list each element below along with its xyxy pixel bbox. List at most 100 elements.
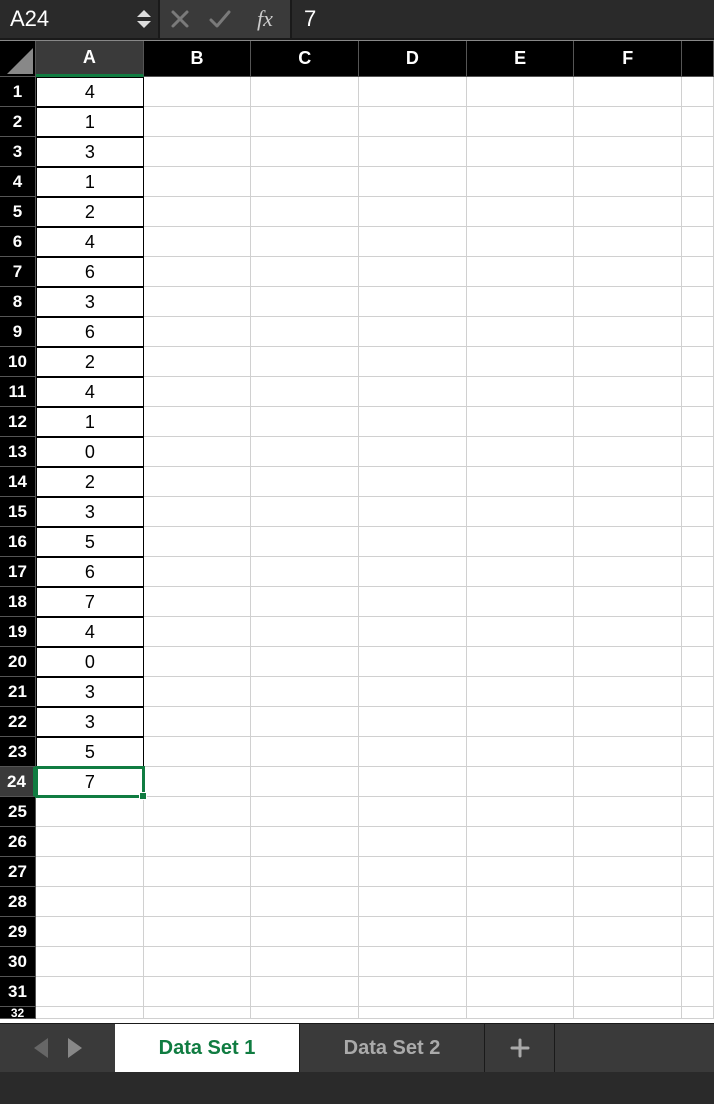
row-header[interactable]: 1 [0,77,36,107]
cell[interactable] [574,257,682,287]
cell[interactable] [467,167,575,197]
cell[interactable] [251,797,359,827]
cell[interactable] [467,797,575,827]
cell[interactable] [574,647,682,677]
accept-button[interactable] [200,0,240,38]
cell[interactable] [574,317,682,347]
cell[interactable] [359,617,467,647]
cell[interactable] [251,347,359,377]
cell[interactable] [144,197,252,227]
cell[interactable] [251,77,359,107]
cell[interactable] [144,317,252,347]
cell[interactable] [467,1007,575,1019]
cell[interactable]: 1 [36,107,144,137]
row-header[interactable]: 15 [0,497,36,527]
row-header[interactable]: 32 [0,1007,36,1019]
cell[interactable] [359,77,467,107]
cell[interactable]: 3 [36,677,144,707]
cell[interactable] [251,857,359,887]
row-header[interactable]: 19 [0,617,36,647]
cell[interactable] [36,797,144,827]
cell[interactable] [359,257,467,287]
sheet-tab-1[interactable]: Data Set 1 [115,1024,300,1072]
cell[interactable] [251,407,359,437]
cell[interactable] [467,377,575,407]
cell[interactable] [574,557,682,587]
cell[interactable] [144,887,252,917]
cell[interactable] [359,227,467,257]
cell[interactable] [36,827,144,857]
cell[interactable]: 5 [36,737,144,767]
cell[interactable] [144,167,252,197]
cell[interactable] [682,227,714,257]
cell[interactable] [467,437,575,467]
cell[interactable] [144,737,252,767]
cell[interactable] [467,917,575,947]
cell[interactable] [682,647,714,677]
cell[interactable] [574,887,682,917]
column-header[interactable]: B [144,41,252,77]
cell[interactable]: 3 [36,287,144,317]
row-header[interactable]: 13 [0,437,36,467]
cell[interactable] [144,77,252,107]
cell[interactable] [251,287,359,317]
cell[interactable] [467,257,575,287]
column-header[interactable]: A [36,41,144,77]
cell[interactable]: 2 [36,467,144,497]
cell[interactable] [682,707,714,737]
cell[interactable] [574,677,682,707]
sheet-tab-2[interactable]: Data Set 2 [300,1024,485,1072]
row-header[interactable]: 2 [0,107,36,137]
column-header[interactable] [682,41,714,77]
cell[interactable] [682,677,714,707]
cell[interactable] [359,467,467,497]
cell[interactable] [682,347,714,377]
cell[interactable] [574,407,682,437]
row-header[interactable]: 11 [0,377,36,407]
cell[interactable] [574,587,682,617]
cell[interactable] [359,587,467,617]
cell[interactable] [682,827,714,857]
cell[interactable] [359,647,467,677]
cell[interactable] [467,497,575,527]
cell[interactable] [359,947,467,977]
cell[interactable] [682,557,714,587]
cell[interactable] [682,257,714,287]
cell[interactable] [467,347,575,377]
row-header[interactable]: 24 [0,767,36,797]
cell[interactable] [144,917,252,947]
prev-sheet-icon[interactable] [34,1038,48,1058]
row-header[interactable]: 18 [0,587,36,617]
cell[interactable] [251,647,359,677]
row-header[interactable]: 12 [0,407,36,437]
row-header[interactable]: 31 [0,977,36,1007]
cell[interactable] [467,767,575,797]
cell[interactable] [251,527,359,557]
stepper-down-icon[interactable] [137,21,151,28]
cell[interactable] [144,707,252,737]
cell[interactable] [574,437,682,467]
cell[interactable] [251,887,359,917]
cell[interactable] [682,617,714,647]
row-header[interactable]: 22 [0,707,36,737]
fill-handle[interactable] [139,792,147,800]
cell[interactable]: 4 [36,77,144,107]
cell[interactable] [574,107,682,137]
cell[interactable]: 0 [36,647,144,677]
cell[interactable] [144,677,252,707]
cell[interactable] [682,1007,714,1019]
cell[interactable] [251,107,359,137]
cell[interactable] [467,107,575,137]
cell[interactable]: 2 [36,347,144,377]
cell[interactable] [36,857,144,887]
row-header[interactable]: 30 [0,947,36,977]
cell[interactable] [251,377,359,407]
cell[interactable] [467,77,575,107]
cell[interactable] [682,467,714,497]
cell[interactable] [574,167,682,197]
cell[interactable]: 1 [36,407,144,437]
cell[interactable] [359,737,467,767]
row-header[interactable]: 21 [0,677,36,707]
cell[interactable] [574,767,682,797]
cell[interactable] [359,857,467,887]
